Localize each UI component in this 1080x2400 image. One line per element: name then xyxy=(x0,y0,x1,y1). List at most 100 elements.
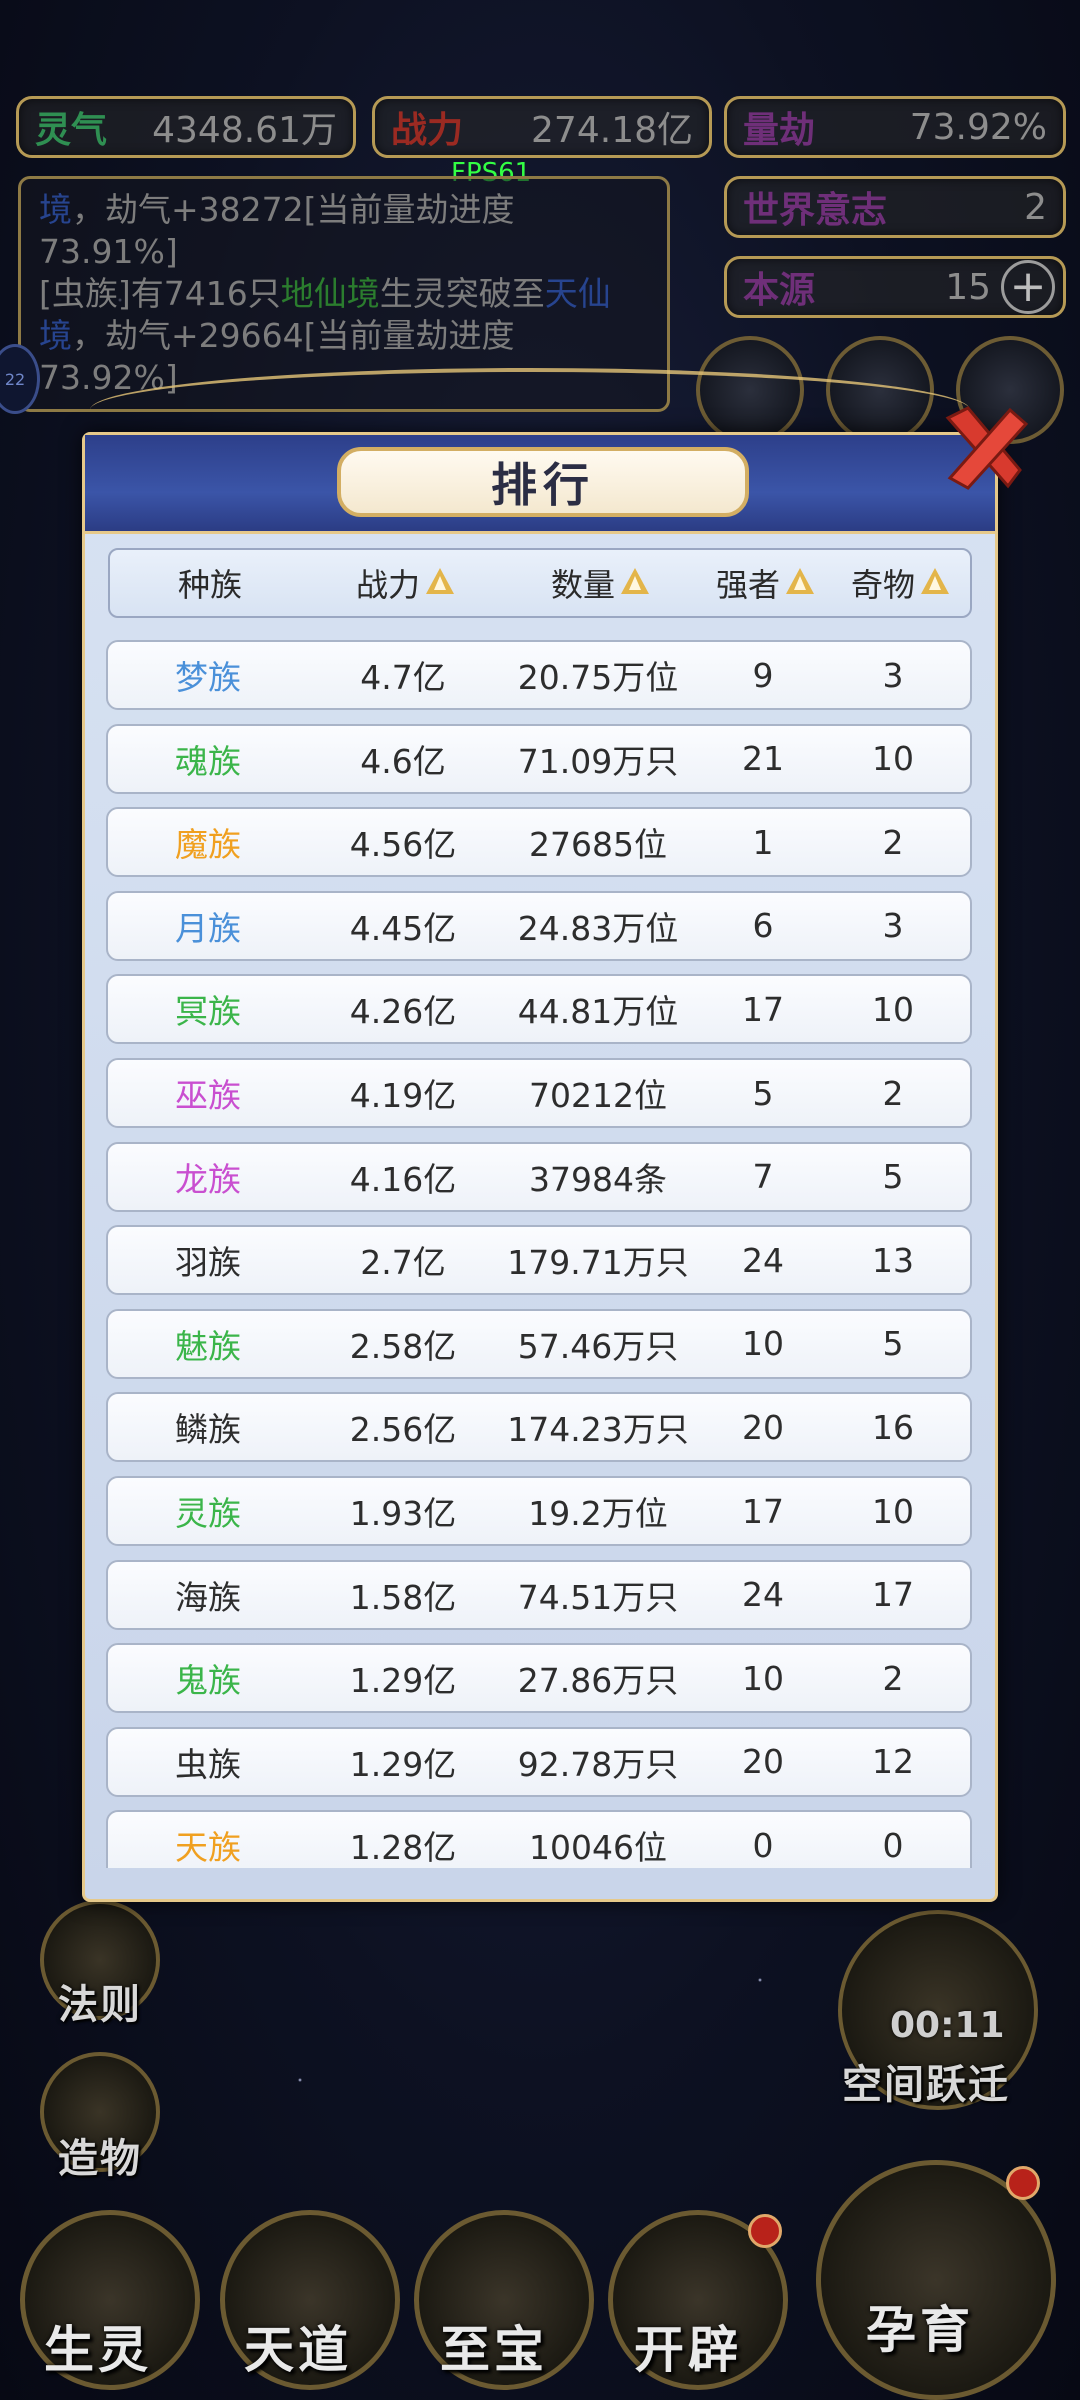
zhanli-label: 战力 xyxy=(391,110,464,151)
liangjie-stat: 量劫 73.92% xyxy=(724,96,1066,158)
table-row[interactable]: 冥族 4.26亿 44.81万位 17 10 xyxy=(106,974,972,1045)
race-strong: 9 xyxy=(752,655,774,695)
table-row[interactable]: 鬼族 1.29亿 27.86万只 10 2 xyxy=(106,1643,972,1714)
modal-header: 排行 xyxy=(85,435,995,534)
race-name: 魔族 xyxy=(175,825,241,865)
race-items: 10 xyxy=(872,1491,914,1531)
header-count[interactable]: 数量 xyxy=(500,560,700,606)
log-line-2: 73.91%] xyxy=(39,232,178,271)
race-count: 70212位 xyxy=(529,1076,667,1115)
close-icon[interactable] xyxy=(938,400,1030,492)
header-race-label: 种族 xyxy=(177,566,242,604)
header-items[interactable]: 奇物 xyxy=(830,560,970,606)
race-name: 冥族 xyxy=(175,992,241,1032)
header-power-label: 战力 xyxy=(355,566,420,604)
race-items: 13 xyxy=(872,1240,914,1280)
race-strong: 1 xyxy=(752,822,774,862)
sort-up-icon[interactable] xyxy=(786,568,814,594)
lingqi-value: 4348.61万 xyxy=(152,110,337,151)
zhibao-label: 至宝 xyxy=(440,2321,548,2379)
header-power[interactable]: 战力 xyxy=(310,560,500,606)
table-row[interactable]: 月族 4.45亿 24.83万位 6 3 xyxy=(106,890,972,961)
benyuan-add-button[interactable]: + xyxy=(1001,260,1055,314)
benyuan-stat: 本源 15 + xyxy=(724,256,1066,318)
zaowu-label: 造物 xyxy=(58,2136,142,2182)
table-row[interactable]: 天族 1.28亿 10046位 0 0 xyxy=(106,1810,972,1868)
fazi-label: 法则 xyxy=(58,1982,142,2028)
race-items: 2 xyxy=(882,1073,904,1113)
race-power: 4.56亿 xyxy=(349,825,457,865)
race-items: 10 xyxy=(872,739,914,779)
zhanli-stat: 战力 274.18亿 xyxy=(372,96,712,158)
race-items: 10 xyxy=(872,989,914,1029)
benyuan-value: 15 xyxy=(945,266,991,308)
race-strong: 20 xyxy=(742,1742,784,1782)
log-line-3d: 天仙 xyxy=(544,274,611,313)
race-count: 37984条 xyxy=(529,1159,667,1199)
sort-up-icon[interactable] xyxy=(921,568,949,594)
table-row[interactable]: 龙族 4.16亿 37984条 7 5 xyxy=(106,1141,972,1212)
race-power: 2.7亿 xyxy=(360,1243,446,1283)
race-count: 179.71万只 xyxy=(507,1243,689,1283)
race-strong: 5 xyxy=(752,1073,774,1113)
race-name: 月族 xyxy=(175,908,241,948)
race-strong: 10 xyxy=(742,1324,784,1364)
table-row[interactable]: 梦族 4.7亿 20.75万位 9 3 xyxy=(106,640,972,710)
race-power: 1.29亿 xyxy=(349,1661,457,1701)
table-row[interactable]: 灵族 1.93亿 19.2万位 17 10 xyxy=(106,1476,972,1546)
race-strong: 0 xyxy=(752,1825,774,1865)
shijie-value: 2 xyxy=(1024,186,1047,228)
race-power: 2.56亿 xyxy=(349,1410,457,1450)
log-line-4-realm: 境 xyxy=(39,316,72,355)
log-line-4: ，劫气+29664[当前量劫进度 xyxy=(72,316,515,355)
table-row[interactable]: 魅族 2.58亿 57.46万只 10 5 xyxy=(106,1308,972,1379)
table-row[interactable]: 海族 1.58亿 74.51万只 24 17 xyxy=(106,1559,972,1630)
table-row[interactable]: 巫族 4.19亿 70212位 5 2 xyxy=(106,1058,972,1128)
sort-up-icon[interactable] xyxy=(621,568,649,594)
lingqi-stat: 灵气 4348.61万 xyxy=(16,96,356,158)
sort-up-icon[interactable] xyxy=(426,568,454,594)
race-items: 0 xyxy=(882,1825,904,1865)
race-strong: 20 xyxy=(742,1407,784,1447)
tiandao-label: 天道 xyxy=(244,2321,352,2379)
race-items: 17 xyxy=(872,1575,914,1615)
race-name: 魅族 xyxy=(175,1326,241,1366)
race-strong: 17 xyxy=(742,1491,784,1531)
header-items-label: 奇物 xyxy=(850,566,915,604)
ranking-list[interactable]: 梦族 4.7亿 20.75万位 9 3 魂族 4.6亿 71.09万只 21 10 魔族 4.56亿 2… xyxy=(106,640,974,1868)
race-count: 71.09万只 xyxy=(517,741,679,781)
race-power: 1.28亿 xyxy=(349,1828,457,1868)
race-name: 海族 xyxy=(175,1577,241,1617)
header-strong-label: 强者 xyxy=(715,566,780,604)
table-row[interactable]: 魔族 4.56亿 27685位 1 2 xyxy=(106,807,972,878)
race-count: 24.83万位 xyxy=(517,908,679,948)
lingqi-label: 灵气 xyxy=(35,110,108,151)
shijie-label: 世界意志 xyxy=(743,190,888,231)
liangjie-label: 量劫 xyxy=(743,110,816,151)
race-strong: 7 xyxy=(752,1157,774,1197)
race-strong: 21 xyxy=(742,739,784,779)
race-count: 10046位 xyxy=(529,1828,667,1868)
race-power: 1.29亿 xyxy=(349,1744,457,1784)
table-row[interactable]: 羽族 2.7亿 179.71万只 24 13 xyxy=(106,1225,972,1296)
race-count: 44.81万位 xyxy=(517,992,679,1032)
race-power: 2.58亿 xyxy=(349,1326,457,1366)
table-row[interactable]: 魂族 4.6亿 71.09万只 21 10 xyxy=(106,723,972,794)
race-name: 梦族 xyxy=(175,658,241,697)
table-row[interactable]: 虫族 1.29亿 92.78万只 20 12 xyxy=(106,1726,972,1797)
zhanli-value: 274.18亿 xyxy=(531,110,693,151)
race-items: 3 xyxy=(882,655,904,695)
race-items: 2 xyxy=(882,1658,904,1698)
table-row[interactable]: 鳞族 2.56亿 174.23万只 20 16 xyxy=(106,1392,972,1463)
header-strong[interactable]: 强者 xyxy=(700,560,830,606)
race-count: 174.23万只 xyxy=(507,1410,689,1450)
race-power: 1.58亿 xyxy=(349,1577,457,1617)
kaipi-notification-dot xyxy=(748,2214,782,2248)
race-power: 4.19亿 xyxy=(349,1076,457,1115)
shijie-stat[interactable]: 世界意志 2 xyxy=(724,176,1066,238)
log-line-3a: [虫族]有7416只 xyxy=(39,274,281,313)
race-power: 4.16亿 xyxy=(349,1159,457,1199)
race-count: 74.51万只 xyxy=(517,1577,679,1617)
race-count: 92.78万只 xyxy=(517,1744,679,1784)
race-strong: 24 xyxy=(742,1240,784,1280)
